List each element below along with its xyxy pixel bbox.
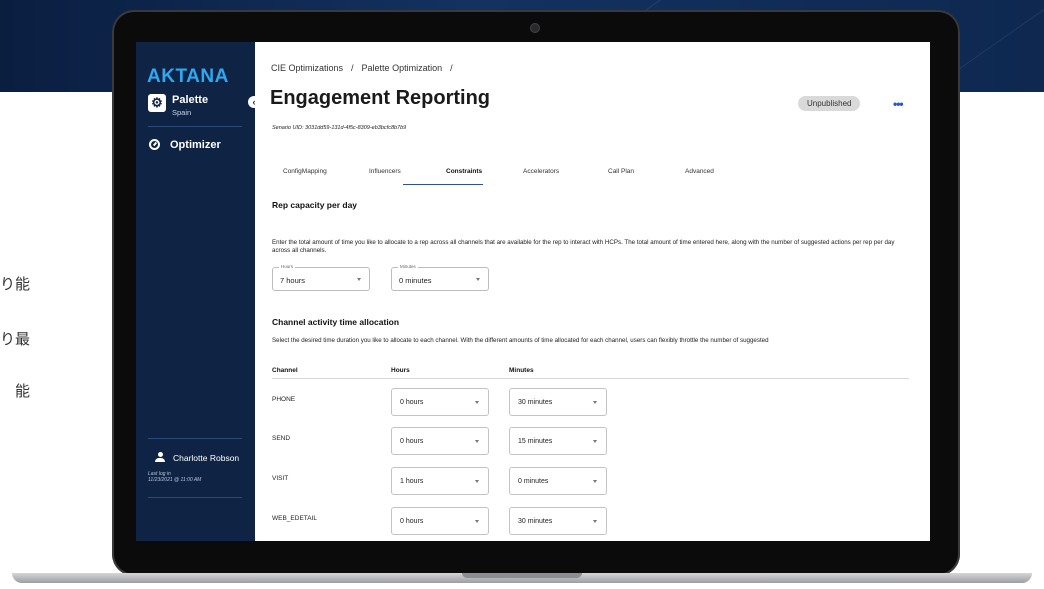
channel-hours-select[interactable]: 0 hours bbox=[391, 388, 489, 416]
table-row-channel: PHONE bbox=[272, 396, 296, 403]
background-text: 能 bbox=[14, 382, 30, 400]
breadcrumb: CIE Optimizations / Palette Optimization / bbox=[271, 63, 461, 73]
select-value: 30 minutes bbox=[518, 518, 553, 525]
gauge-icon bbox=[149, 139, 160, 150]
select-value: 0 hours bbox=[400, 399, 424, 406]
chevron-down-icon bbox=[475, 480, 479, 483]
rep-capacity-heading: Rep capacity per day bbox=[272, 200, 358, 210]
sidebar-item-optimizer[interactable]: Optimizer bbox=[170, 139, 221, 151]
laptop-notch bbox=[462, 573, 582, 578]
column-header-hours: Hours bbox=[391, 367, 410, 374]
sidebar-divider bbox=[148, 438, 242, 439]
channel-hours-select[interactable]: 0 hours bbox=[391, 427, 489, 455]
breadcrumb-separator: / bbox=[351, 63, 354, 73]
table-row-channel: WEB_EDETAIL bbox=[272, 515, 318, 522]
table-row-channel: SEND bbox=[272, 435, 291, 442]
rep-minutes-label: Minutes bbox=[398, 264, 418, 270]
chevron-down-icon bbox=[475, 520, 479, 523]
app-name[interactable]: Palette bbox=[172, 94, 208, 106]
sidebar-divider bbox=[148, 497, 242, 498]
rep-hours-value: 7 hours bbox=[280, 276, 306, 285]
select-value: 1 hours bbox=[400, 478, 424, 485]
main-content: CIE Optimizations / Palette Optimization / … bbox=[255, 42, 930, 541]
chevron-down-icon bbox=[476, 278, 480, 281]
breadcrumb-palette-optimization[interactable]: Palette Optimization bbox=[362, 63, 443, 73]
channel-hours-select[interactable]: 0 hours bbox=[391, 507, 489, 535]
app-subtitle: Spain bbox=[172, 108, 192, 117]
rep-minutes-select[interactable]: Minutes 0 minutes bbox=[391, 264, 489, 291]
channel-minutes-select[interactable]: 30 minutes bbox=[509, 507, 607, 535]
aktana-logo: AKTANA bbox=[147, 66, 229, 87]
table-row-channel: VISIT bbox=[272, 475, 289, 482]
tab-advanced[interactable]: Advanced bbox=[685, 168, 714, 175]
user-icon bbox=[155, 452, 165, 462]
rep-hours-label: Hours bbox=[279, 264, 296, 270]
rep-hours-select[interactable]: Hours 7 hours bbox=[272, 264, 370, 291]
select-value: 0 minutes bbox=[518, 478, 549, 485]
column-header-minutes: Minutes bbox=[509, 367, 534, 374]
select-value: 30 minutes bbox=[518, 399, 553, 406]
breadcrumb-cie-optimizations[interactable]: CIE Optimizations bbox=[271, 63, 343, 73]
tab-bar: ConfigMapping Influencers Constraints Ac… bbox=[271, 168, 911, 184]
sidebar-divider bbox=[148, 126, 242, 127]
palette-app-icon: ⚙ bbox=[148, 94, 166, 112]
tab-call-plan[interactable]: Call Plan bbox=[608, 168, 634, 175]
collapse-sidebar-button[interactable]: ‹ bbox=[248, 96, 260, 108]
chevron-down-icon bbox=[593, 440, 597, 443]
channel-minutes-select[interactable]: 30 minutes bbox=[509, 388, 607, 416]
last-login-value: 11/23/2021 @ 11:00 AM bbox=[148, 477, 202, 483]
background-text: り最 bbox=[0, 330, 30, 348]
tab-accelerators[interactable]: Accelerators bbox=[523, 168, 559, 175]
background-text: り能 bbox=[0, 275, 30, 293]
channel-minutes-select[interactable]: 15 minutes bbox=[509, 427, 607, 455]
tab-influencers[interactable]: Influencers bbox=[369, 168, 401, 175]
chevron-down-icon bbox=[593, 520, 597, 523]
rep-minutes-value: 0 minutes bbox=[399, 276, 432, 285]
last-login: Last log in 11/23/2021 @ 11:00 AM bbox=[148, 471, 201, 483]
chevron-down-icon bbox=[475, 440, 479, 443]
user-name[interactable]: Charlotte Robson bbox=[173, 453, 239, 463]
tab-constraints[interactable]: Constraints bbox=[446, 168, 482, 175]
chevron-down-icon bbox=[593, 480, 597, 483]
channel-allocation-description: Select the desired time duration you lik… bbox=[272, 337, 769, 344]
chevron-down-icon bbox=[593, 401, 597, 404]
tab-configmapping[interactable]: ConfigMapping bbox=[283, 168, 327, 175]
more-options-button[interactable]: ••• bbox=[893, 97, 904, 111]
channel-hours-select[interactable]: 1 hours bbox=[391, 467, 489, 495]
column-header-channel: Channel bbox=[272, 367, 298, 374]
status-badge: Unpublished bbox=[798, 96, 861, 111]
select-value: 15 minutes bbox=[518, 438, 553, 445]
channel-allocation-heading: Channel activity time allocation bbox=[272, 317, 400, 327]
select-value: 0 hours bbox=[400, 518, 424, 525]
breadcrumb-separator: / bbox=[450, 63, 453, 73]
page-title: Engagement Reporting bbox=[270, 87, 491, 109]
select-value: 0 hours bbox=[400, 438, 424, 445]
camera-icon bbox=[531, 24, 539, 32]
rep-capacity-description: Enter the total amount of time you like … bbox=[272, 239, 895, 254]
chevron-down-icon bbox=[357, 278, 361, 281]
sidebar: AKTANA ⚙ Palette Spain Optimizer Charlot… bbox=[136, 42, 255, 541]
channel-minutes-select[interactable]: 0 minutes bbox=[509, 467, 607, 495]
active-tab-indicator bbox=[403, 184, 483, 185]
scenario-uid: Senario UID: 3031dd59-131d-4f5c-8309-eb3… bbox=[272, 125, 407, 131]
chevron-down-icon bbox=[475, 401, 479, 404]
app-screen: AKTANA ⚙ Palette Spain Optimizer Charlot… bbox=[136, 42, 930, 541]
table-header-divider bbox=[272, 378, 909, 379]
